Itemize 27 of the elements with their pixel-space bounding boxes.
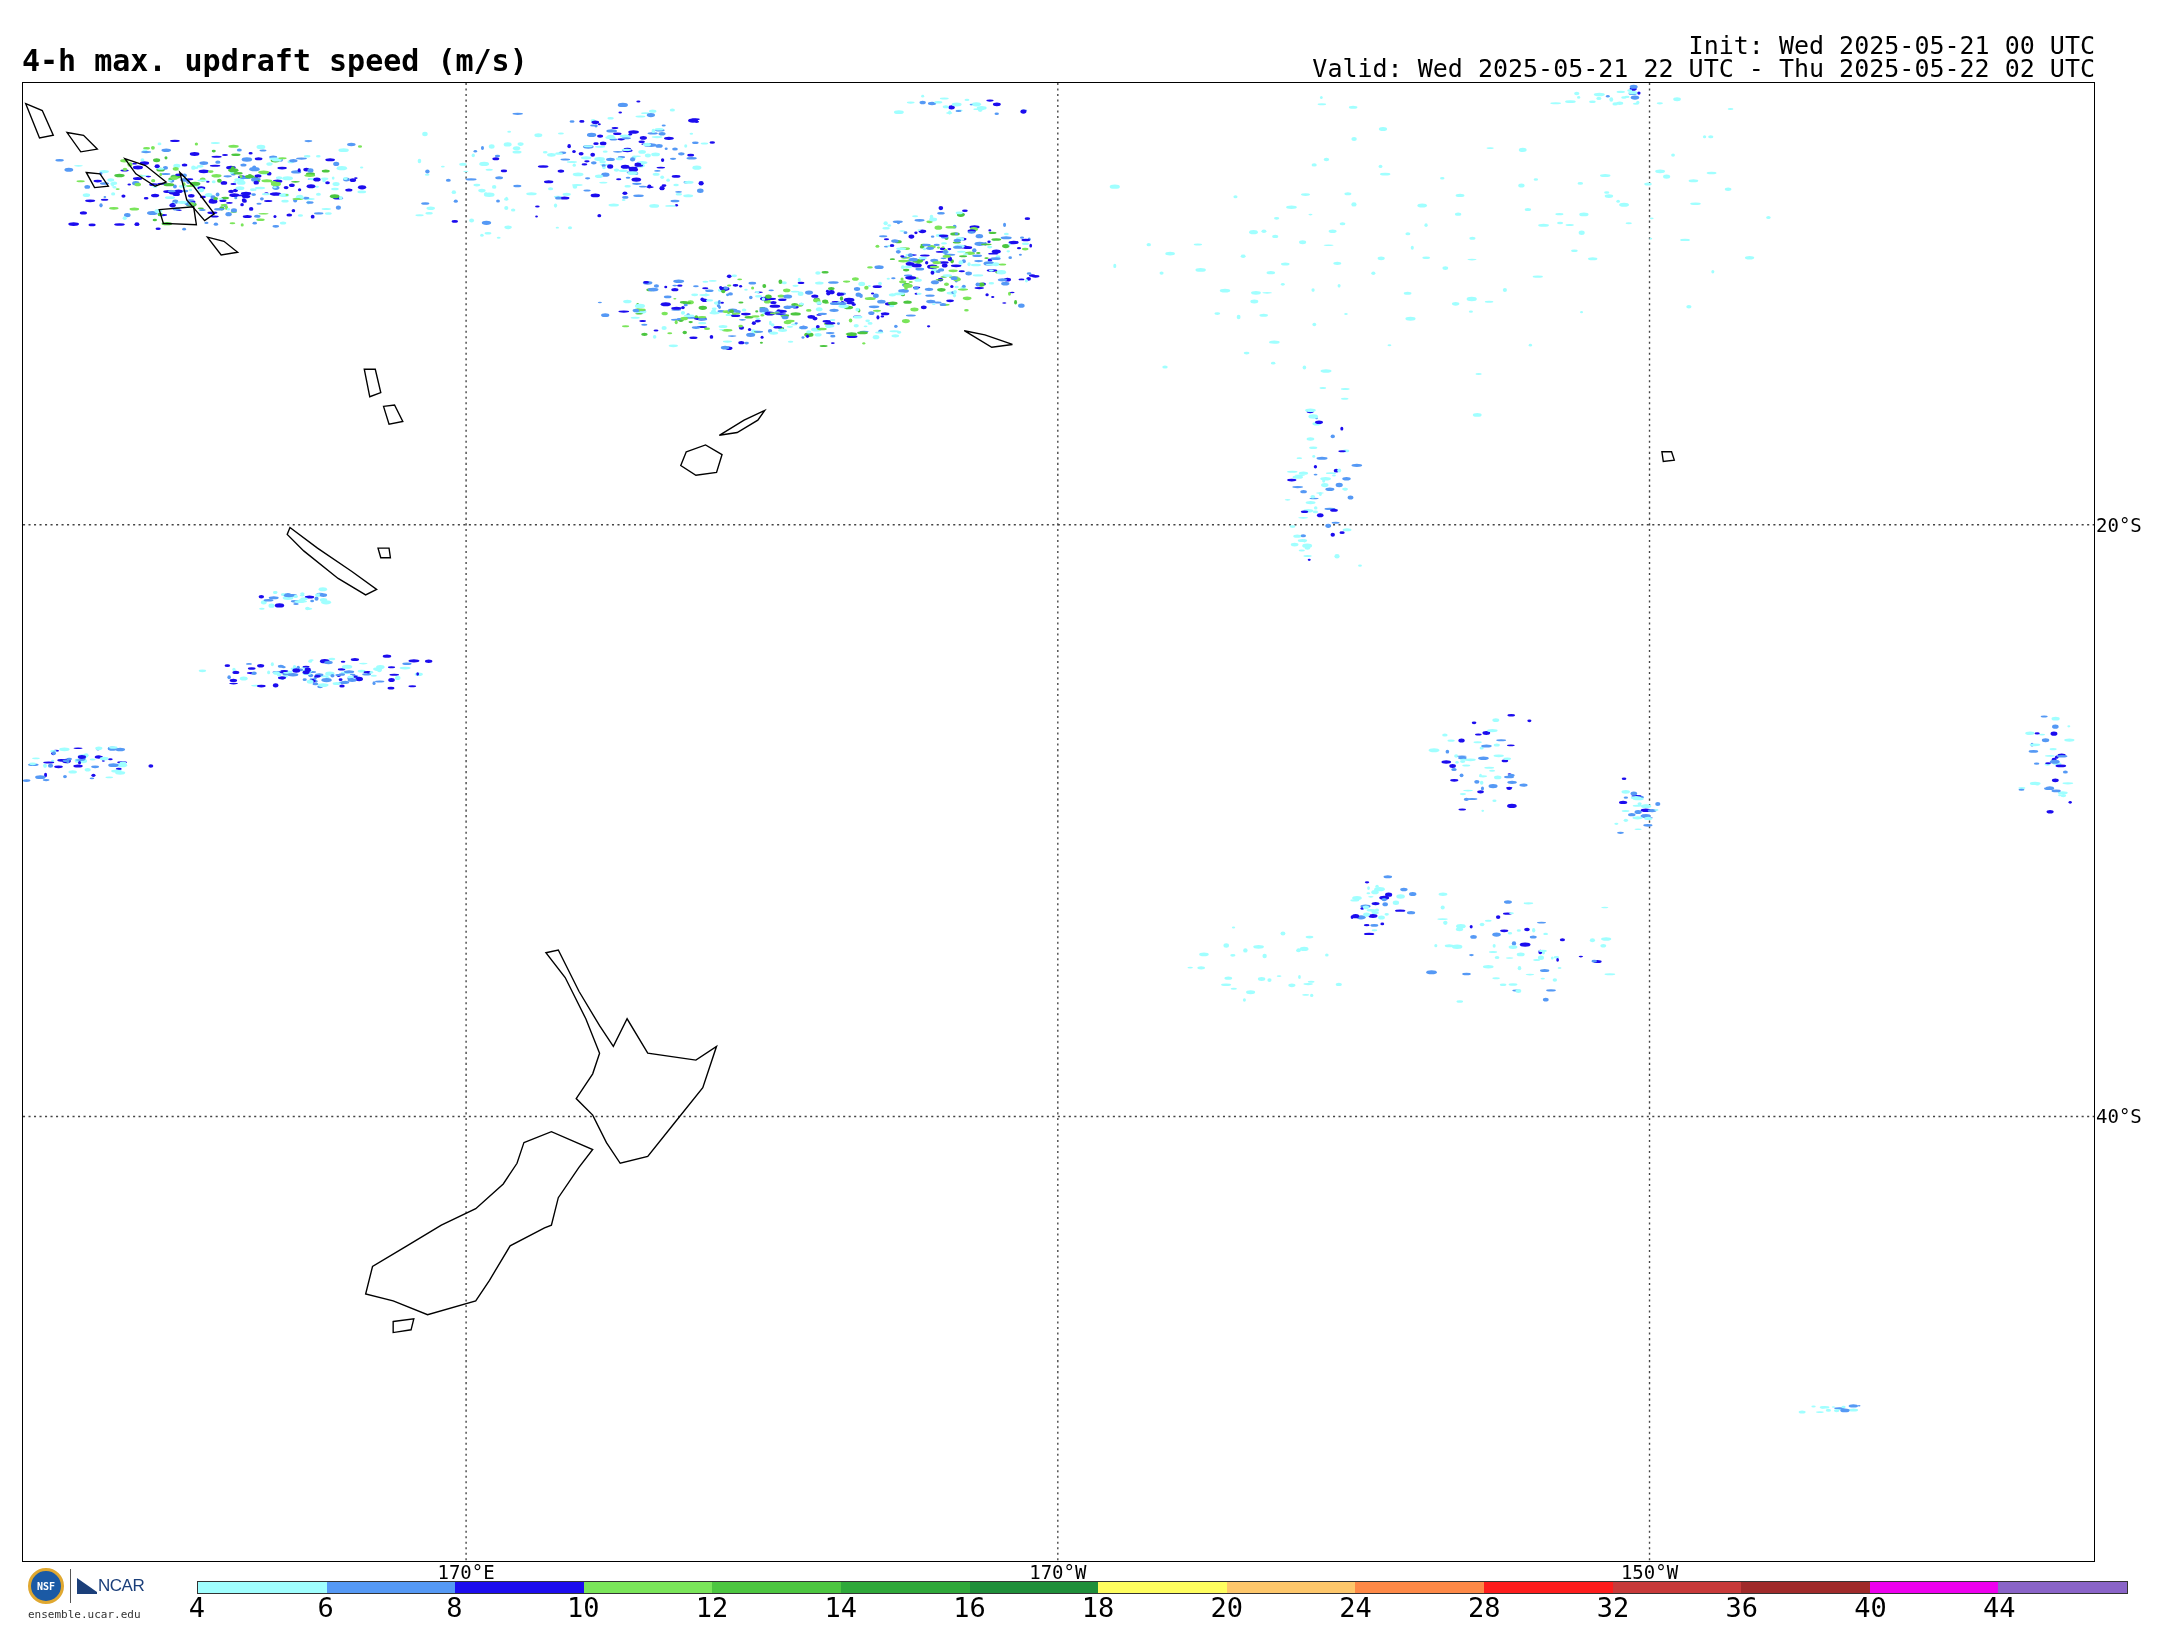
color-bar-tick-label: 24 bbox=[1339, 1594, 1372, 1621]
longitude-label: 170°E bbox=[437, 1563, 495, 1582]
color-bar-tick-label: 10 bbox=[566, 1594, 600, 1621]
longitude-label: 170°W bbox=[1029, 1563, 1087, 1582]
website-url: ensemble.ucar.edu bbox=[28, 1608, 141, 1621]
color-bar-tick-label: 44 bbox=[1983, 1594, 2016, 1621]
color-bar-tick-label: 16 bbox=[953, 1594, 986, 1621]
color-bar-tick-label: 14 bbox=[824, 1594, 857, 1621]
ncar-logo-text: NCAR bbox=[98, 1576, 145, 1596]
init-time: Init: Wed 2025-05-21 00 UTC bbox=[1688, 34, 2095, 57]
chart-title: 4-h max. updraft speed (m/s) bbox=[22, 46, 528, 76]
color-bar-tick-label: 12 bbox=[695, 1594, 729, 1621]
valid-time: Valid: Wed 2025-05-21 22 UTC - Thu 2025-05-22 02 UTC bbox=[1312, 57, 2095, 80]
color-bar-tick-label: 4 bbox=[188, 1594, 206, 1621]
color-bar-tick-label: 36 bbox=[1725, 1594, 1759, 1621]
color-bar-tick-label: 28 bbox=[1468, 1594, 1501, 1621]
color-bar-tick-label: 32 bbox=[1596, 1594, 1630, 1621]
ncar-logo-icon bbox=[77, 1578, 97, 1594]
color-bar-tick-label: 40 bbox=[1854, 1594, 1887, 1621]
latitude-label: 40°S bbox=[2095, 1105, 2142, 1128]
color-bar-tick-label: 18 bbox=[1081, 1594, 1115, 1621]
latitude-label: 20°S bbox=[2095, 513, 2142, 536]
color-bar-tick-label: 6 bbox=[317, 1594, 334, 1621]
color-bar-tick-label: 8 bbox=[446, 1594, 463, 1621]
color-bar-tick-label: 20 bbox=[1210, 1594, 1244, 1621]
nsf-logo: NSF bbox=[28, 1568, 64, 1604]
longitude-label: 150°W bbox=[1620, 1563, 1679, 1582]
